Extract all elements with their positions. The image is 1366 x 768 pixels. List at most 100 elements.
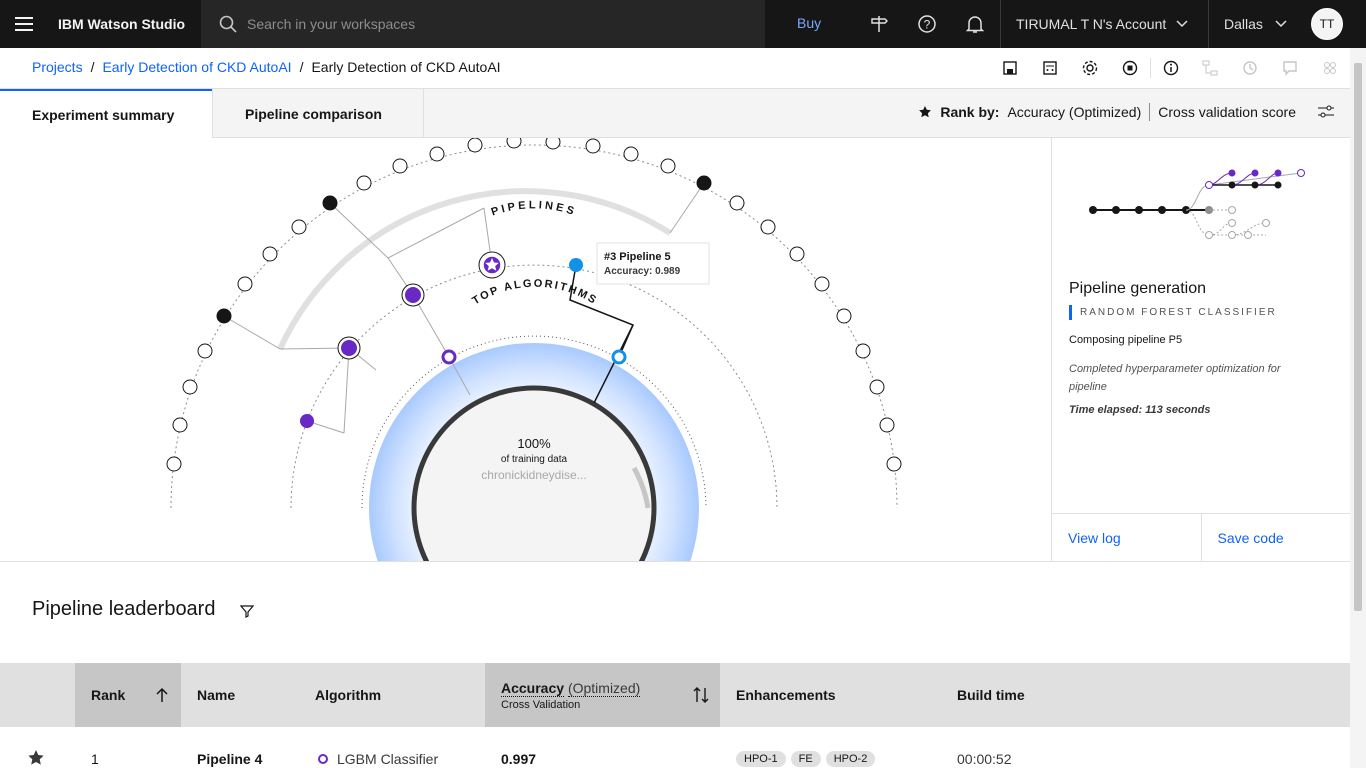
pipeline-node — [322, 195, 338, 211]
pipeline-node — [237, 276, 253, 292]
tooltip-accuracy: Accuracy: 0.989 — [604, 266, 681, 277]
pipeline-node — [789, 246, 805, 262]
column-name[interactable]: Name — [197, 663, 235, 727]
active-pipeline-node — [569, 258, 583, 272]
pipeline-node — [760, 219, 776, 235]
rank-by-control[interactable]: Rank by: Accuracy (Optimized) Cross vali… — [918, 103, 1334, 121]
breadcrumb: Projects / Early Detection of CKD AutoAI /… — [32, 59, 501, 75]
column-accuracy-optimized: (Optimized) — [567, 679, 641, 697]
column-rank-label: Rank — [91, 687, 126, 703]
brand-name[interactable]: IBM Watson Studio — [48, 16, 201, 32]
account-switcher[interactable]: TIRUMAL T N's Account — [1000, 0, 1208, 48]
pipeline-node — [291, 219, 307, 235]
algorithms-label-path: TOP ALGORITHMS — [470, 278, 597, 308]
pipeline-progress-diagram — [1089, 169, 1305, 239]
row-accuracy: 0.997 — [501, 751, 537, 767]
pipeline-radial-chart: 100% of training data chronickidneydise.… — [166, 138, 902, 561]
history-icon[interactable] — [1230, 58, 1270, 78]
breadcrumb-projects[interactable]: Projects — [32, 59, 83, 75]
rank-by-label: Rank by: — [940, 104, 1000, 120]
pipeline-node — [392, 158, 408, 174]
information-icon[interactable] — [1150, 58, 1190, 78]
pipeline-node — [855, 343, 871, 359]
pipeline-node — [341, 340, 357, 356]
search-input[interactable]: Search in your workspaces — [201, 0, 765, 48]
column-rank[interactable]: Rank — [75, 663, 181, 727]
pipelines-label: PIPELINES — [490, 199, 578, 218]
column-enhancements[interactable]: Enhancements — [736, 663, 836, 727]
pipeline-node — [545, 138, 561, 150]
panel-title: Pipeline generation — [1069, 280, 1206, 297]
column-accuracy-heading: Accuracy (Optimized) — [501, 679, 641, 697]
row-rank: 1 — [91, 751, 99, 767]
chevron-down-icon — [1176, 20, 1188, 28]
pipeline-node — [886, 456, 902, 472]
help-icon[interactable]: ? — [915, 12, 939, 36]
save-icon[interactable] — [990, 58, 1030, 78]
row-algorithm: LGBM Classifier — [337, 751, 439, 767]
column-accuracy[interactable]: Accuracy (Optimized) Cross Validation — [485, 663, 720, 727]
algorithms-label: TOP ALGORITHMS — [470, 278, 599, 308]
menu-icon[interactable] — [0, 0, 48, 48]
notification-icon[interactable] — [963, 12, 987, 36]
tooltip-title: #3 Pipeline 5 — [604, 251, 671, 263]
pipeline-node — [166, 456, 182, 472]
save-code-button[interactable]: Save code — [1202, 514, 1351, 561]
signpost-icon[interactable] — [867, 12, 891, 36]
connector-line — [387, 207, 485, 259]
pipeline-node — [836, 308, 852, 324]
account-name: TIRUMAL T N's Account — [1016, 16, 1167, 32]
flow-icon[interactable] — [1190, 58, 1230, 78]
row-name[interactable]: Pipeline 4 — [197, 751, 262, 767]
pipeline-node — [660, 158, 676, 174]
collaborators-icon[interactable] — [1310, 58, 1350, 78]
pipeline-node — [585, 138, 601, 154]
pipeline-node — [429, 146, 445, 162]
tab-experiment-summary[interactable]: Experiment summary — [0, 89, 212, 138]
tooltip-box — [596, 242, 710, 285]
tab-pipeline-comparison[interactable]: Pipeline comparison — [212, 89, 424, 138]
pipeline-node — [262, 246, 278, 262]
settings-icon[interactable] — [1070, 58, 1110, 78]
panel-time-elapsed: Time elapsed: 113 seconds — [1069, 404, 1211, 416]
column-build-time[interactable]: Build time — [957, 663, 1025, 727]
search-icon — [219, 15, 237, 33]
algorithm-icon — [318, 754, 328, 764]
pipeline-generation-panel: Pipeline generation RANDOM FOREST CLASSI… — [1051, 138, 1350, 562]
pipeline-node — [696, 175, 712, 191]
pipeline-node — [623, 146, 639, 162]
column-algorithm[interactable]: Algorithm — [315, 663, 381, 727]
row-enhancements: HPO-1 FE HPO-2 — [736, 749, 880, 767]
row-build-time: 00:00:52 — [957, 751, 1012, 767]
table-row[interactable]: 1 Pipeline 4 LGBM Classifier 0.997 HPO-1… — [0, 727, 1350, 768]
page-scrollbar[interactable] — [1350, 48, 1366, 768]
chevron-down-icon — [1275, 20, 1287, 28]
calculator-icon[interactable] — [1030, 58, 1070, 78]
connector-line — [343, 347, 350, 434]
filter-icon[interactable] — [239, 604, 255, 623]
pipeline-node — [300, 414, 314, 428]
settings-adjust-icon[interactable] — [1318, 105, 1334, 119]
panel-footer: View log Save code — [1052, 513, 1350, 561]
pipeline-node — [197, 343, 213, 359]
view-log-button[interactable]: View log — [1052, 514, 1202, 561]
panel-info: Completed hyperparameter optimization fo… — [1069, 363, 1281, 393]
breadcrumb-project[interactable]: Early Detection of CKD AutoAI — [102, 59, 291, 75]
avatar[interactable]: TT — [1311, 8, 1343, 40]
pipeline-visualization: 100% of training data chronickidneydise.… — [0, 138, 1051, 562]
center-value: 100% — [517, 436, 551, 451]
breadcrumb-separator: / — [90, 59, 95, 75]
stop-icon[interactable] — [1110, 58, 1150, 78]
sort-icon — [693, 687, 709, 703]
sort-ascending-icon — [156, 687, 168, 702]
scrollbar-thumb[interactable] — [1354, 63, 1362, 611]
buy-link[interactable]: Buy — [797, 15, 821, 31]
pipeline-node — [405, 287, 421, 303]
region-switcher[interactable]: Dallas — [1208, 0, 1308, 48]
breadcrumb-current: Early Detection of CKD AutoAI — [311, 59, 501, 75]
top-nav-bar: IBM Watson Studio Search in your workspa… — [0, 0, 1366, 48]
pipelines-label-path: PIPELINES — [490, 199, 575, 218]
connector-line — [223, 315, 281, 350]
dataset-name: chronickidneydise... — [481, 468, 586, 482]
comment-icon[interactable] — [1270, 58, 1310, 78]
